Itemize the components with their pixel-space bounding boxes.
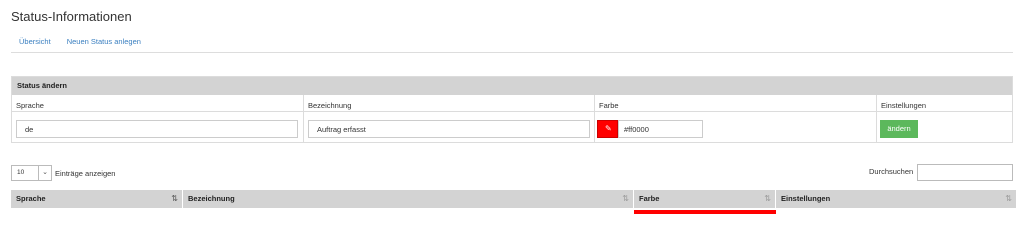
designation-label: Bezeichnung bbox=[308, 101, 352, 110]
page-length-label: Einträge anzeigen bbox=[55, 169, 116, 178]
column-header-label: Bezeichnung bbox=[188, 194, 235, 203]
designation-input[interactable] bbox=[308, 120, 590, 138]
color-hex-input[interactable] bbox=[618, 120, 703, 138]
settings-label: Einstellungen bbox=[881, 101, 927, 110]
column-header-color[interactable]: Farbe ⇅ bbox=[634, 190, 776, 208]
sort-icon: ⇅ bbox=[1005, 194, 1012, 203]
panel-title: Status ändern bbox=[12, 77, 1012, 95]
nav-link-new-status[interactable]: Neuen Status anlegen bbox=[67, 37, 141, 51]
column-settings: Einstellungen ändern bbox=[877, 95, 1012, 143]
panel-form-row: Sprache Bezeichnung Farbe ✎ Einstellunge… bbox=[12, 95, 1012, 143]
sub-navigation: Übersicht Neuen Status anlegen bbox=[11, 37, 149, 51]
language-input[interactable] bbox=[16, 120, 298, 138]
column-designation: Bezeichnung bbox=[304, 95, 595, 143]
color-label: Farbe bbox=[599, 101, 619, 110]
column-header-label: Farbe bbox=[639, 194, 660, 203]
divider bbox=[11, 52, 1013, 53]
sort-ascending-icon: ⇅ bbox=[171, 194, 178, 203]
column-header-settings[interactable]: Einstellungen ⇅ bbox=[776, 190, 1016, 208]
page-title: Status-Informationen bbox=[11, 9, 132, 24]
column-label-row bbox=[12, 95, 303, 112]
column-header-label: Einstellungen bbox=[781, 194, 831, 203]
column-header-language[interactable]: Sprache ⇅ bbox=[11, 190, 183, 208]
page-length-select[interactable]: 10 ⌄ bbox=[11, 165, 52, 181]
nav-link-overview[interactable]: Übersicht bbox=[19, 37, 51, 51]
column-language: Sprache bbox=[12, 95, 304, 143]
column-header-designation[interactable]: Bezeichnung ⇅ bbox=[183, 190, 634, 208]
column-label-row bbox=[595, 95, 876, 112]
language-label: Sprache bbox=[16, 101, 44, 110]
page-length-value: 10 bbox=[17, 169, 25, 176]
column-header-label: Sprache bbox=[16, 194, 46, 203]
color-picker-swatch[interactable]: ✎ bbox=[597, 120, 618, 138]
save-button[interactable]: ändern bbox=[880, 120, 918, 138]
search-input[interactable] bbox=[917, 164, 1013, 181]
table-header: Sprache ⇅ Bezeichnung ⇅ Farbe ⇅ Einstell… bbox=[11, 190, 1016, 208]
row-color-cell bbox=[634, 210, 776, 214]
column-color: Farbe ✎ bbox=[595, 95, 877, 143]
search-label: Durchsuchen bbox=[869, 167, 914, 176]
edit-status-panel: Status ändern Sprache Bezeichnung Farbe … bbox=[11, 76, 1013, 143]
sort-icon: ⇅ bbox=[764, 194, 771, 203]
pencil-icon: ✎ bbox=[605, 124, 612, 133]
sort-icon: ⇅ bbox=[622, 194, 629, 203]
chevron-down-icon: ⌄ bbox=[38, 166, 51, 180]
